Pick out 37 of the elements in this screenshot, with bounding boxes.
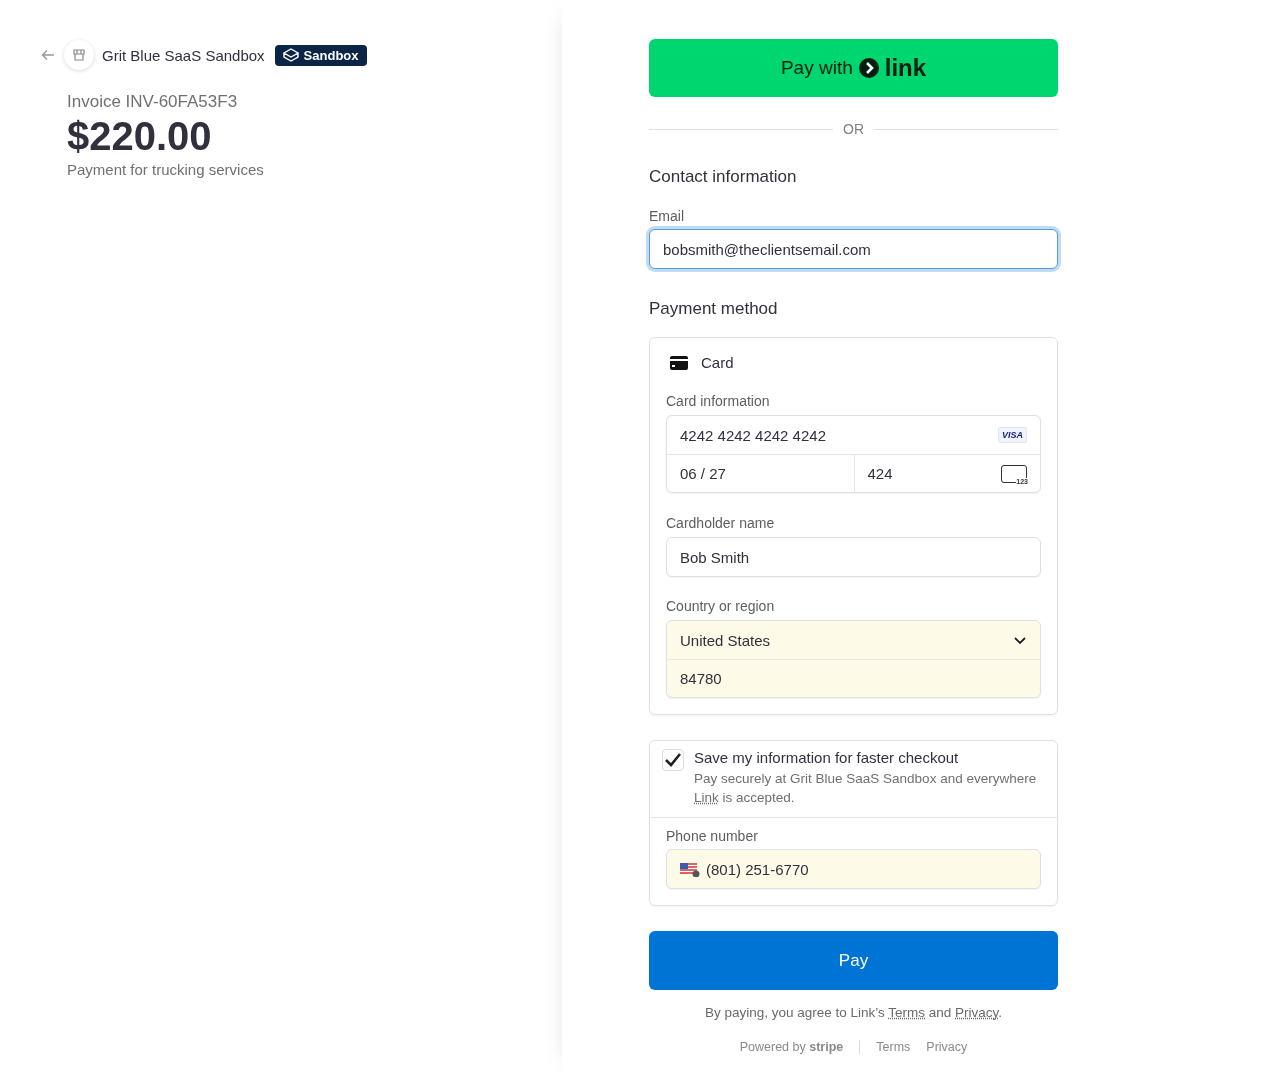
phone-field[interactable]: (801) 251-6770: [666, 849, 1041, 889]
card-icon: [670, 355, 688, 370]
pay-with-link-button[interactable]: Pay with link: [649, 39, 1058, 97]
pay-button[interactable]: Pay: [649, 931, 1058, 990]
payment-heading: Payment method: [649, 299, 779, 319]
merchant-name: Grit Blue SaaS Sandbox: [102, 46, 265, 64]
email-label: Email: [649, 208, 685, 224]
card-number-field[interactable]: 4242 4242 4242 4242 VISA: [667, 416, 1040, 454]
save-info-title: Save my information for faster checkout: [694, 749, 960, 766]
back-arrow-icon[interactable]: [40, 47, 56, 63]
save-info-description: Pay securely at Grit Blue SaaS Sandbox and everywhere Link is accepted.: [694, 770, 1038, 807]
country-select[interactable]: United States: [667, 621, 1040, 659]
amount: $220.00: [67, 114, 213, 159]
chevron-circle-icon: [858, 58, 879, 78]
powered-by-stripe[interactable]: Powered by stripe: [739, 1040, 861, 1054]
cardholder-field[interactable]: Bob Smith: [666, 537, 1041, 577]
flag-icon[interactable]: [680, 861, 700, 877]
footer-link[interactable]: Privacy: [926, 1040, 968, 1054]
expiry-field[interactable]: 06 / 27: [667, 454, 854, 492]
card-info-label: Card information: [666, 393, 771, 409]
footer-link[interactable]: Terms: [876, 1040, 911, 1054]
invoice-title: Invoice INV-60FA53F3: [67, 92, 239, 112]
zip-field[interactable]: 84780: [667, 659, 1040, 697]
cardholder-label: Cardholder name: [666, 515, 776, 531]
or-divider-label: OR: [843, 121, 864, 137]
save-checkbox[interactable]: [662, 749, 684, 771]
consent-text: By paying, you agree to Link’s Terms and Privacy.: [703, 1005, 1004, 1020]
contact-heading: Contact information: [649, 167, 798, 187]
country-label: Country or region: [666, 598, 776, 614]
terms-link[interactable]: Terms: [888, 1005, 925, 1020]
invoice-description: Payment for trucking services: [67, 161, 265, 178]
phone-label: Phone number: [666, 828, 759, 844]
store-icon: [64, 40, 94, 70]
link-link[interactable]: Link: [694, 790, 719, 805]
card-method-label[interactable]: Card: [701, 354, 734, 371]
sandbox-badge: Sandbox: [274, 44, 367, 66]
email-field[interactable]: bobsmith@theclientsemail.com: [649, 229, 1058, 269]
